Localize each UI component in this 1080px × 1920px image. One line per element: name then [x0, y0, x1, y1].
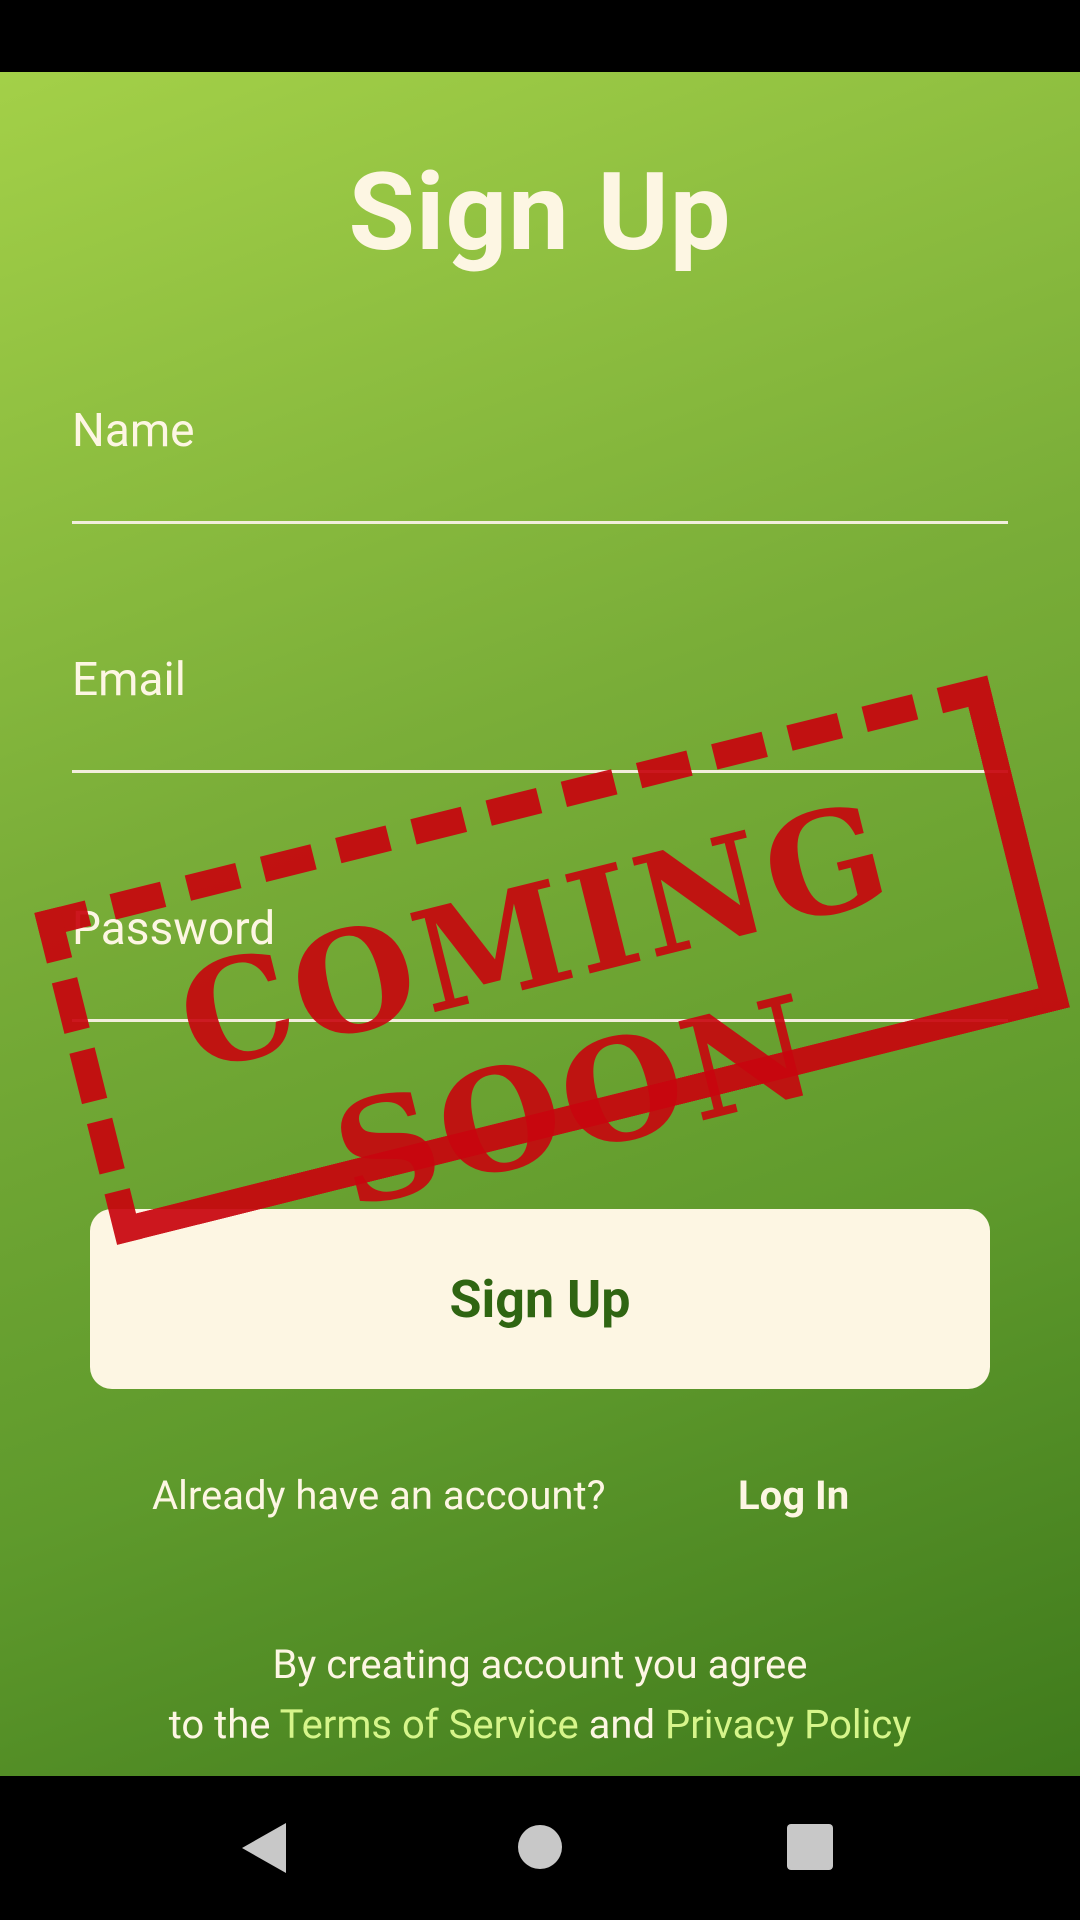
terms-line-2: to the Terms of Service and Privacy Poli…	[0, 1695, 1080, 1755]
password-field[interactable]: Password	[72, 902, 1008, 1022]
log-in-link[interactable]: Log In	[738, 1472, 849, 1519]
signup-screen: Sign Up Name Email Password Sign Up Alre…	[0, 72, 1080, 1776]
name-field-label: Name	[72, 404, 195, 458]
terms-prefix: to the	[168, 1701, 271, 1748]
name-field-underline	[72, 521, 1008, 524]
sign-up-button[interactable]: Sign Up	[90, 1209, 990, 1389]
back-icon[interactable]	[242, 1823, 286, 1873]
name-field[interactable]: Name	[72, 404, 1008, 524]
terms-and: and	[588, 1701, 656, 1748]
privacy-policy-link[interactable]: Privacy Policy	[665, 1701, 911, 1748]
page-title: Sign Up	[348, 150, 732, 276]
email-field-label: Email	[72, 653, 186, 707]
recents-icon[interactable]	[787, 1824, 833, 1870]
home-icon[interactable]	[518, 1825, 562, 1869]
terms-of-service-link[interactable]: Terms of Service	[280, 1701, 579, 1748]
already-have-account-text: Already have an account?	[152, 1472, 606, 1519]
email-field-underline	[72, 770, 1008, 773]
terms-line-1: By creating account you agree	[272, 1641, 808, 1688]
terms-notice: By creating account you agree to the Ter…	[0, 1635, 1080, 1755]
password-field-underline	[72, 1019, 1008, 1022]
email-field[interactable]: Email	[72, 653, 1008, 773]
status-bar	[0, 0, 1080, 72]
password-field-label: Password	[72, 902, 276, 956]
sign-up-button-label: Sign Up	[449, 1268, 631, 1330]
